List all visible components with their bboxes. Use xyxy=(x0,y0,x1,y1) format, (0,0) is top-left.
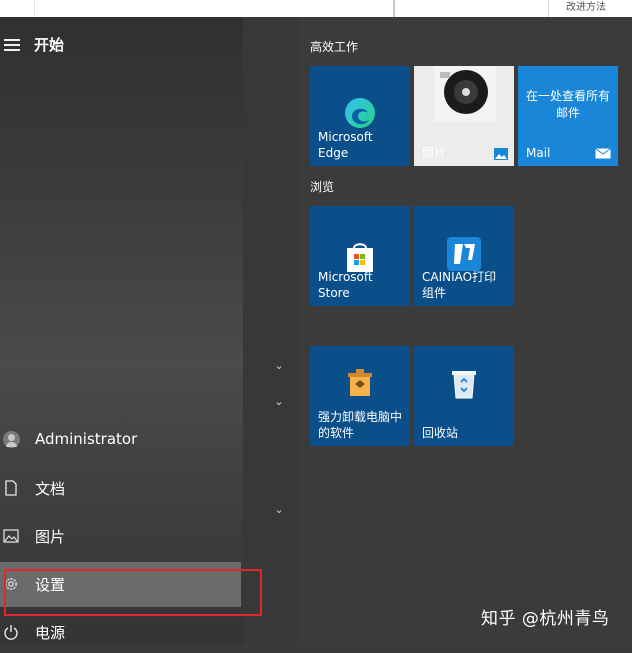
nav-item-settings[interactable]: 设置 xyxy=(0,565,240,605)
underlying-window-strip: 改进方法 xyxy=(0,0,632,18)
tile-label: Microsoft Edge xyxy=(318,130,373,160)
image-badge-icon xyxy=(494,148,508,160)
start-title: 开始 xyxy=(34,36,65,54)
divider xyxy=(393,0,395,17)
cainiao-icon xyxy=(447,237,481,271)
nav-item-label: 图片 xyxy=(35,528,66,546)
picture-icon xyxy=(3,529,19,543)
nav-item-power[interactable]: 电源 xyxy=(0,613,240,653)
edge-icon xyxy=(345,98,375,128)
hamburger-menu-icon[interactable] xyxy=(4,39,20,52)
document-icon xyxy=(5,480,17,496)
power-icon xyxy=(4,625,18,640)
nav-item-label: 设置 xyxy=(35,576,66,594)
chevron-down-icon[interactable]: ⌄ xyxy=(273,359,285,372)
watermark: 知乎 @杭州青鸟 xyxy=(481,609,610,629)
nav-item-label: 电源 xyxy=(35,624,66,642)
avatar xyxy=(3,431,20,448)
user-name: Administrator xyxy=(35,430,138,448)
nav-item-pictures[interactable]: 图片 xyxy=(0,517,240,557)
tile-uninstaller[interactable]: 强力卸载电脑中的软件 xyxy=(310,346,410,446)
photos-icon xyxy=(434,66,496,122)
tile-cainiao[interactable]: CAINIAO打印组件 xyxy=(414,206,514,306)
tile-microsoft-store[interactable]: Microsoft Store xyxy=(310,206,410,306)
tile-microsoft-edge[interactable]: Microsoft Edge xyxy=(310,66,410,166)
user-account[interactable]: Administrator xyxy=(0,421,240,461)
tile-recycle-bin[interactable]: 回收站 xyxy=(414,346,514,446)
chevron-down-icon[interactable]: ⌄ xyxy=(273,503,285,516)
nav-item-documents[interactable]: 文档 xyxy=(0,469,240,509)
tile-mail-summary: 在一处查看所有邮件 xyxy=(525,89,610,120)
chevron-down-icon[interactable]: ⌄ xyxy=(273,395,285,408)
gear-icon xyxy=(5,578,17,590)
tile-label: 回收站 xyxy=(422,426,459,440)
divider xyxy=(548,0,549,17)
divider xyxy=(34,0,35,17)
start-menu: 开始 ⌄ ⌄ ⌄ Administrator 文档 图片 设置 电源 高效工作 … xyxy=(0,17,632,645)
uninstall-icon xyxy=(348,369,372,396)
tile-photos[interactable]: 照片 xyxy=(414,66,514,166)
mail-icon xyxy=(595,148,611,159)
app-list-strip xyxy=(243,17,298,645)
tile-label: CAINIAO打印组件 xyxy=(422,270,497,300)
tile-group-title: 浏览 xyxy=(310,180,335,194)
recycle-bin-icon xyxy=(452,371,476,399)
tile-group-title: 高效工作 xyxy=(310,40,359,54)
tile-label: 强力卸载电脑中的软件 xyxy=(318,410,403,440)
nav-item-label: 文档 xyxy=(35,480,66,498)
underlying-text-fragment: 改进方法 xyxy=(566,2,606,13)
tile-mail[interactable]: 在一处查看所有邮件 Mail xyxy=(518,66,618,166)
tile-label: Microsoft Store xyxy=(318,270,373,300)
